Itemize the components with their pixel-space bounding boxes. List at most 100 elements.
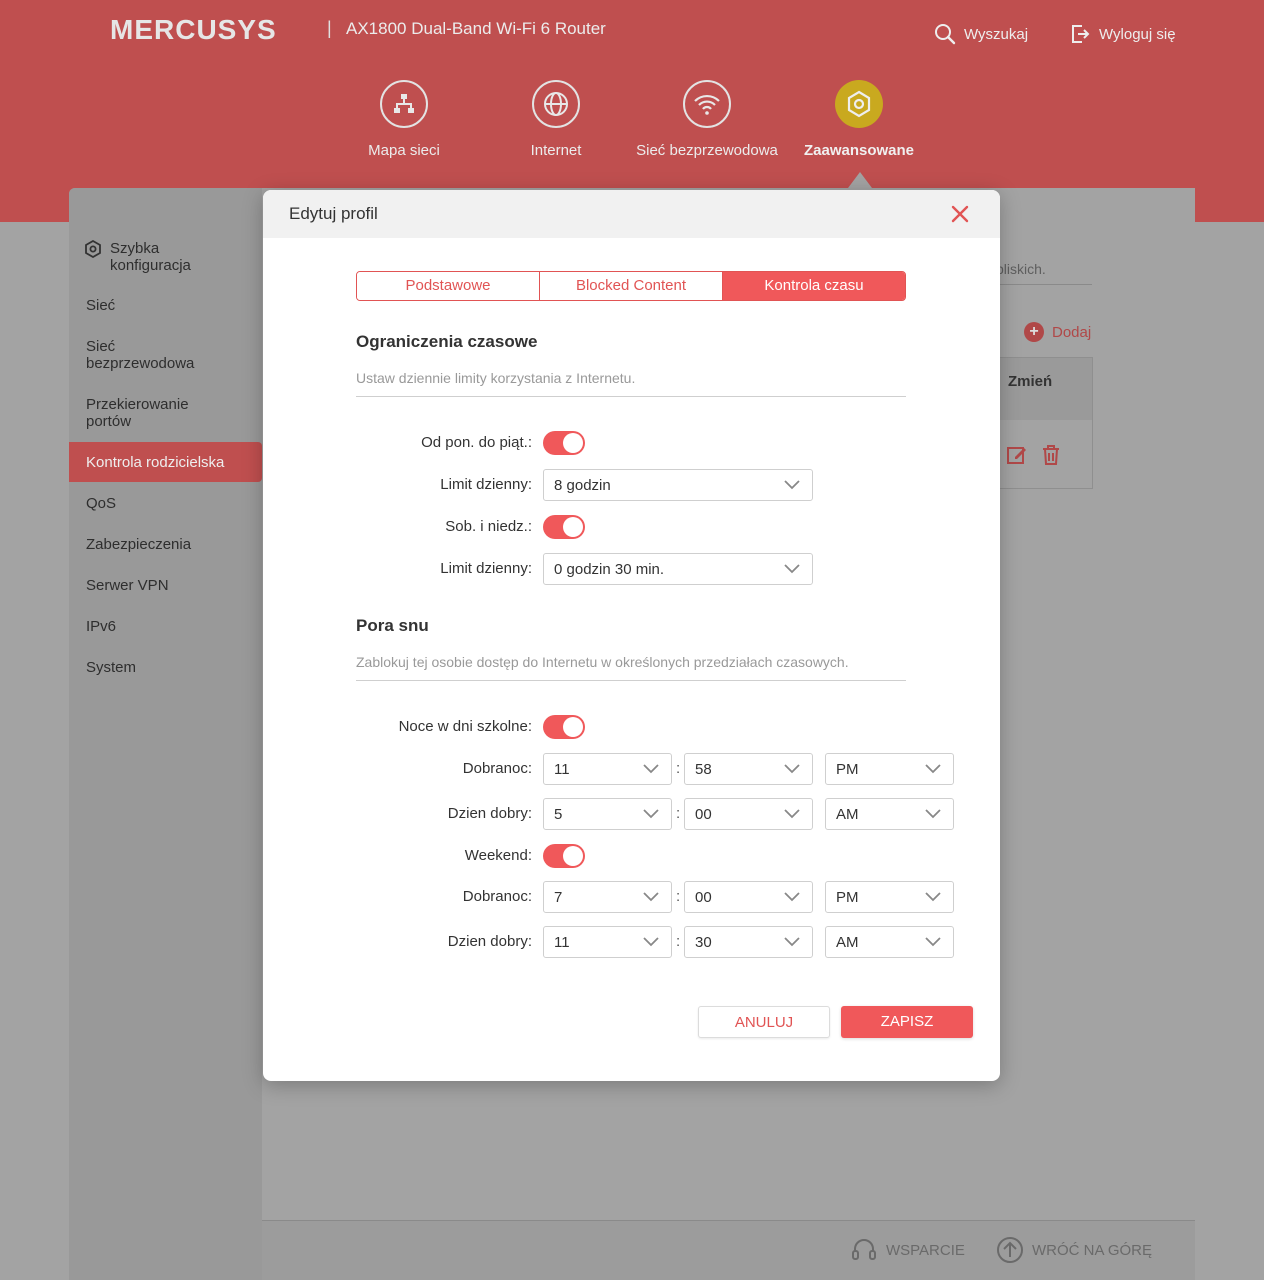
weekend-bed-minute-select[interactable]: 00 (684, 881, 813, 913)
nav-label: Mapa sieci (368, 142, 440, 159)
dialog-header: Edytuj profil (263, 190, 1000, 238)
time-limits-title: Ograniczenia czasowe (356, 332, 538, 351)
sidebar-item-wireless[interactable]: Sieć bezprzewodowa (86, 338, 206, 372)
weekend-limit-select[interactable]: 0 godzin 30 min. (543, 553, 813, 585)
select-value: PM (836, 889, 859, 906)
back-to-top-link[interactable]: WRÓĆ NA GÓRĘ (996, 1236, 1152, 1264)
chevron-down-icon (643, 764, 659, 774)
select-value: 8 godzin (554, 477, 611, 494)
school-wake-minute-select[interactable]: 00 (684, 798, 813, 830)
plus-icon: + (1024, 322, 1044, 342)
chevron-down-icon (784, 892, 800, 902)
weekend-bedtime-label: Weekend: (464, 847, 532, 864)
nav-network-map[interactable]: Mapa sieci (329, 80, 479, 159)
router-model: AX1800 Dual-Band Wi-Fi 6 Router (346, 19, 606, 38)
select-value: 58 (695, 761, 712, 778)
school-wake-label: Dzien dobry: (447, 805, 532, 822)
chevron-down-icon (784, 764, 800, 774)
bedtime-title: Pora snu (356, 616, 429, 635)
select-value: 5 (554, 806, 563, 823)
weekend-bedtime-toggle[interactable] (543, 844, 585, 868)
arrow-up-circle-icon (997, 1237, 1023, 1263)
school-wake-hour-select[interactable]: 5 (543, 798, 672, 830)
headset-icon (852, 1239, 876, 1260)
school-nights-toggle[interactable] (543, 715, 585, 739)
school-nights-label: Noce w dni szkolne: (398, 718, 532, 735)
sidebar-item-security[interactable]: Zabezpieczenia (86, 536, 191, 553)
sidebar-item-port-forwarding[interactable]: Przekierowanie portów (86, 396, 206, 430)
gear-icon (835, 80, 883, 128)
tab-blocked-content[interactable]: Blocked Content (539, 272, 722, 300)
trash-icon[interactable] (1040, 444, 1062, 466)
search-label: Wyszukaj (964, 25, 1029, 43)
sidebar-item-network[interactable]: Sieć (86, 297, 115, 314)
nav-label: Sieć bezprzewodowa (636, 142, 778, 159)
weekend-toggle[interactable] (543, 515, 585, 539)
support-link[interactable]: WSPARCIE (850, 1236, 965, 1264)
time-separator: : (676, 888, 681, 905)
select-value: 00 (695, 889, 712, 906)
weekend-label: Sob. i niedz.: (445, 518, 532, 535)
logout-icon (1072, 25, 1090, 43)
edit-profile-dialog: Edytuj profil Podstawowe Blocked Content… (263, 190, 1000, 1081)
chevron-down-icon (643, 937, 659, 947)
weekdays-limit-label: Limit dzienny: (440, 476, 532, 493)
brand-logo: MERCUSYS (110, 14, 277, 45)
support-label: WSPARCIE (886, 1241, 965, 1259)
sidebar-item-vpn-server[interactable]: Serwer VPN (86, 577, 169, 594)
chevron-down-icon (784, 480, 800, 490)
search-link[interactable]: Wyszukaj (934, 23, 1028, 45)
weekend-bed-label: Dobranoc: (462, 888, 532, 905)
weekdays-limit-select[interactable]: 8 godzin (543, 469, 813, 501)
weekdays-toggle[interactable] (543, 431, 585, 455)
sidebar-item-label: Szybka konfiguracja (110, 240, 191, 274)
logout-link[interactable]: Wyloguj się (1069, 23, 1176, 45)
profiles-table: Zmień (996, 357, 1093, 489)
select-value: 30 (695, 934, 712, 951)
sidebar-item-ipv6[interactable]: IPv6 (86, 618, 116, 635)
weekend-bed-hour-select[interactable]: 7 (543, 881, 672, 913)
tab-time-control[interactable]: Kontrola czasu (722, 272, 905, 300)
select-value: 11 (554, 934, 570, 951)
select-value: 0 godzin 30 min. (554, 561, 665, 578)
chevron-down-icon (925, 892, 941, 902)
cancel-button[interactable]: ANULUJ (698, 1006, 830, 1038)
school-wake-period-select[interactable]: AM (825, 798, 954, 830)
weekend-wake-label: Dzien dobry: (447, 933, 532, 950)
chevron-down-icon (643, 892, 659, 902)
close-icon[interactable] (950, 204, 970, 224)
sidebar-item-parental-controls[interactable]: Kontrola rodzicielska (69, 442, 262, 482)
table-row (996, 420, 1092, 466)
sidebar-item-qos[interactable]: QoS (86, 495, 116, 512)
school-bed-hour-select[interactable]: 11 (543, 753, 672, 785)
school-bed-label: Dobranoc: (462, 760, 532, 777)
sidebar-item-quick-setup[interactable]: Szybka konfiguracja (84, 240, 210, 274)
tab-basic[interactable]: Podstawowe (357, 272, 539, 300)
weekend-bed-period-select[interactable]: PM (825, 881, 954, 913)
weekend-wake-hour-select[interactable]: 11 (543, 926, 672, 958)
gear-icon (85, 240, 101, 258)
edit-icon[interactable] (1006, 444, 1028, 466)
dialog-title: Edytuj profil (289, 204, 378, 223)
add-label: Dodaj (1052, 323, 1092, 341)
nav-internet[interactable]: Internet (481, 80, 631, 159)
select-value: 11 (554, 761, 570, 778)
nav-label: Internet (530, 142, 582, 159)
time-limits-description: Ustaw dziennie limity korzystania z Inte… (356, 370, 906, 397)
chevron-down-icon (925, 937, 941, 947)
sidebar-item-system[interactable]: System (86, 659, 136, 676)
nav-advanced[interactable]: Zaawansowane (784, 80, 934, 159)
table-header-edit: Zmień (996, 358, 1092, 420)
save-button[interactable]: ZAPISZ (841, 1006, 973, 1038)
school-bed-period-select[interactable]: PM (825, 753, 954, 785)
school-bed-minute-select[interactable]: 58 (684, 753, 813, 785)
weekend-wake-period-select[interactable]: AM (825, 926, 954, 958)
add-profile-button[interactable]: + Dodaj (1024, 322, 1091, 342)
divider (996, 284, 1092, 285)
chevron-down-icon (784, 564, 800, 574)
weekend-wake-minute-select[interactable]: 30 (684, 926, 813, 958)
select-value: 00 (695, 806, 712, 823)
weekend-limit-label: Limit dzienny: (440, 560, 532, 577)
nav-wireless[interactable]: Sieć bezprzewodowa (632, 80, 782, 159)
time-separator: : (676, 805, 681, 822)
